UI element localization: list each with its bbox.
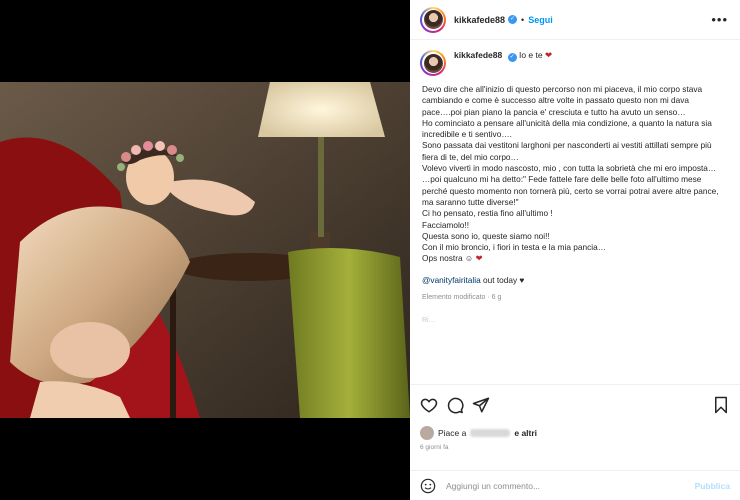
caption-verified-badge-icon: ✓ [507, 53, 517, 62]
post-modal: kikkafede88 ✓ • Segui ••• kikkafede88 ✓ … [0, 0, 740, 500]
comment-input[interactable] [446, 480, 695, 491]
caption-title-text: Io e te [518, 50, 543, 60]
caption-paragraph: Ci ho pensato, restia fino all'ultimo ! [422, 208, 553, 219]
caption-paragraph: Ops nostra ☺ [422, 253, 474, 264]
publish-button[interactable]: Pubblica [695, 481, 730, 491]
header-username[interactable]: kikkafede88 [454, 15, 505, 25]
mention-link[interactable]: @vanityfairitalia [422, 275, 481, 285]
liker-name-blurred [470, 429, 511, 437]
caption-paragraph: Ho cominciato a pensare all'unicità dell… [422, 117, 712, 140]
caption-avatar[interactable] [420, 50, 446, 76]
caption-paragraph: Questa sono io, queste siamo noi!! [422, 230, 550, 241]
caption-username[interactable]: kikkafede88 [454, 50, 502, 60]
couple-hearts-icon: ❤ [544, 50, 553, 60]
caption-paragraph: Volevo viverti in modo nascosto, mio , c… [422, 163, 717, 174]
caption-title: kikkafede88 ✓ Io e te ❤ [454, 50, 728, 62]
post-date: 6 giorni fa [420, 444, 449, 451]
caption: kikkafede88 ✓ Io e te ❤ [420, 50, 728, 76]
caption-paragraph: Devo dire che all'inizio di questo perco… [422, 84, 703, 117]
bookmark-icon[interactable] [712, 396, 730, 414]
more-options-icon[interactable]: ••• [711, 12, 728, 27]
likes-suffix[interactable]: e altri [514, 428, 537, 438]
likes-row[interactable]: Piace a e altri [420, 424, 730, 442]
caption-paragraph: Facciamolo!! [422, 219, 470, 230]
caption-text: Devo dire che all'inizio di questo perco… [420, 84, 728, 286]
caption-paragraph: Sono passata dai vestitoni larghoni per … [422, 140, 712, 162]
hearts-emoji-icon: ❤ [475, 253, 483, 264]
comment-box: Pubblica [410, 470, 740, 500]
share-icon[interactable] [472, 396, 490, 414]
caption-meta: Elemento modificato · 6 g [422, 294, 502, 302]
mention-line: @vanityfairitalia out today ♥ [422, 275, 728, 286]
next-comment-faded: Ri… [422, 317, 436, 325]
likes-prefix: Piace a [438, 428, 467, 438]
comment-icon[interactable] [446, 396, 464, 414]
caption-paragraph: Con il mio broncio, i fiori in testa e l… [422, 242, 606, 253]
post-photo[interactable] [0, 82, 410, 418]
header-avatar[interactable] [420, 6, 446, 33]
photo-illustration [0, 82, 410, 418]
heart-icon[interactable] [420, 396, 438, 414]
mention-suffix: out today ♥ [480, 274, 525, 285]
post-media [0, 0, 410, 500]
caption-paragraph-last: Ops nostra ☺ ❤ [422, 253, 728, 264]
caption-paragraph: …poi qualcuno mi ha detto:" Fede fattele… [422, 174, 719, 207]
post-header: kikkafede88 ✓ • Segui ••• [410, 0, 740, 40]
caption-scroll-area[interactable]: kikkafede88 ✓ Io e te ❤ Devo dire che al… [410, 40, 740, 384]
verified-badge-icon: ✓ [508, 15, 518, 24]
separator-dot: • [521, 14, 525, 25]
post-sidebar: kikkafede88 ✓ • Segui ••• kikkafede88 ✓ … [410, 0, 740, 500]
liker-avatar [420, 426, 434, 440]
follow-button[interactable]: Segui [528, 15, 553, 25]
post-actions [410, 384, 740, 424]
emoji-icon[interactable] [420, 478, 436, 494]
